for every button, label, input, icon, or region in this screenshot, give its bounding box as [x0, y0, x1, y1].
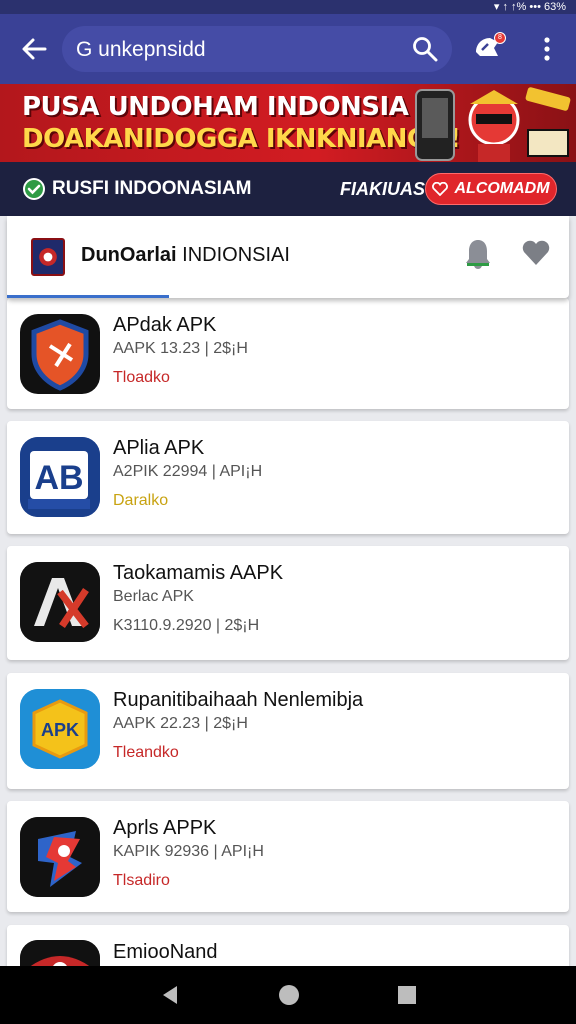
- app-meta: AAPK 22.23 | 2$¡H: [113, 715, 248, 732]
- more-options-button[interactable]: [530, 32, 564, 66]
- bell-icon[interactable]: [463, 236, 493, 270]
- search-icon[interactable]: [412, 36, 438, 62]
- heart-icon: [432, 182, 449, 196]
- system-navigation-bar: [0, 966, 576, 1024]
- app-status: Tloadko: [113, 369, 170, 386]
- promo-action-button[interactable]: ALCOMADM: [425, 173, 557, 205]
- shield-app-icon: [20, 314, 100, 394]
- section-title: DunOarlai INDIONSIAI: [81, 244, 290, 267]
- section-header: DunOarlai INDIONSIAI: [7, 216, 569, 298]
- check-circle-icon: [23, 178, 45, 200]
- promo-strip: RUSFI INDOONASIAM FIAKIUAS ALCOMADM: [0, 162, 576, 216]
- ab-app-icon: AB: [20, 437, 100, 517]
- list-item[interactable]: Aprls APPK KAPIK 92936 | API¡H Tlsadiro: [7, 801, 569, 912]
- notifications-button[interactable]: 8: [470, 30, 510, 68]
- section-title-rest: INDIONSIAI: [182, 244, 290, 266]
- app-status: Tleandko: [113, 744, 179, 761]
- status-indicators: ▾ ↑ ↑% ••• 63%: [493, 1, 566, 13]
- app-meta-secondary: K3110.9.2920 | 2$¡H: [113, 617, 260, 634]
- arrow-left-icon: [22, 38, 47, 60]
- app-meta: KAPIK 92936 | API¡H: [113, 843, 264, 860]
- app-meta: AAPK 13.23 | 2$¡H: [113, 340, 248, 357]
- apk-badge-app-icon: APK: [20, 689, 100, 769]
- promo-mid-label: FIAKIUAS: [340, 179, 425, 199]
- promo-button-label: ALCOMADM: [454, 180, 550, 197]
- promo-banner[interactable]: PUSA UNDOHAM INDONSIA DOAKANIDOGGA IKNKN…: [0, 84, 576, 162]
- more-vert-icon: [544, 37, 550, 61]
- app-status: Tlsadiro: [113, 872, 170, 889]
- app-bar: G unkepnsidd 8: [0, 14, 576, 84]
- list-item[interactable]: AB APlia APK A2PIK 22994 | API¡H Daralko: [7, 421, 569, 534]
- banner-subheadline: DOAKANIDOGGA IKNKNIANGN!: [22, 124, 461, 154]
- app-name: Aprls APPK: [113, 817, 217, 839]
- app-name: APlia APK: [113, 437, 205, 459]
- ax-app-icon: [20, 562, 100, 642]
- store-logo-icon: [31, 238, 65, 276]
- status-bar: ▾ ↑ ↑% ••• 63%: [0, 0, 576, 14]
- svg-text:APK: APK: [41, 720, 79, 740]
- list-item[interactable]: Taokamamis AAPK Berlac APK K3110.9.2920 …: [7, 546, 569, 660]
- list-item[interactable]: APdak APK AAPK 13.23 | 2$¡H Tloadko: [7, 298, 569, 409]
- list-item[interactable]: APK Rupanitibaihaah Nenlemibja AAPK 22.2…: [7, 673, 569, 789]
- search-query: G unkepnsidd: [76, 38, 206, 61]
- mascot-illustration: [415, 87, 571, 162]
- svg-text:AB: AB: [34, 459, 83, 497]
- promo-left-label: RUSFI INDOONASIAM: [52, 178, 252, 199]
- banner-headline: PUSA UNDOHAM INDONSIA: [22, 92, 409, 122]
- notification-badge: 8: [494, 32, 506, 44]
- app-name: APdak APK: [113, 314, 217, 336]
- app-name: Taokamamis AAPK: [113, 562, 284, 584]
- recents-square-icon[interactable]: [397, 985, 417, 1005]
- home-circle-icon[interactable]: [278, 984, 300, 1006]
- search-input[interactable]: G unkepnsidd: [62, 26, 452, 72]
- active-tab-indicator: [7, 295, 169, 298]
- fighter-app-icon: [20, 817, 100, 897]
- app-name: EmiooNand: [113, 941, 218, 963]
- back-button[interactable]: [14, 32, 54, 66]
- favorite-icon[interactable]: [521, 238, 551, 268]
- app-meta: Berlac APK: [113, 588, 194, 605]
- app-status: Daralko: [113, 492, 169, 509]
- app-meta: A2PIK 22994 | API¡H: [113, 463, 263, 480]
- section-title-bold: DunOarlai: [81, 244, 177, 266]
- app-name: Rupanitibaihaah Nenlemibja: [113, 689, 364, 711]
- back-triangle-icon[interactable]: [159, 984, 181, 1006]
